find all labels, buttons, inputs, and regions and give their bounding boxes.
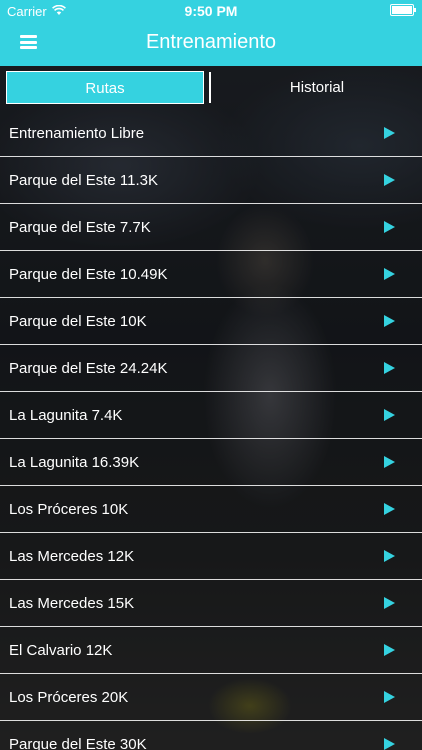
list-item[interactable]: Parque del Este 10.49K [0, 251, 422, 298]
route-label: Entrenamiento Libre [9, 125, 145, 142]
play-arrow-icon[interactable] [384, 268, 395, 280]
route-label: Parque del Este 11.3K [9, 172, 158, 189]
route-label: El Calvario 12K [9, 642, 113, 659]
route-label: Parque del Este 10K [9, 313, 147, 330]
list-item[interactable]: La Lagunita 7.4K [0, 392, 422, 439]
routes-list: Entrenamiento Libre Parque del Este 11.3K… [0, 110, 422, 750]
segment-divider [209, 72, 211, 103]
list-item[interactable]: Parque del Este 30K [0, 721, 422, 750]
route-label: Parque del Este 24.24K [9, 360, 168, 377]
nav-bar: Entrenamiento [0, 22, 422, 66]
play-arrow-icon[interactable] [384, 644, 395, 656]
list-item[interactable]: Las Mercedes 15K [0, 580, 422, 627]
list-item[interactable]: Los Próceres 10K [0, 486, 422, 533]
play-arrow-icon[interactable] [384, 691, 395, 703]
play-arrow-icon[interactable] [384, 362, 395, 374]
app-screen: Carrier 9:50 PM Entrenamiento Rutas Hist… [0, 0, 422, 750]
play-arrow-icon[interactable] [384, 597, 395, 609]
play-arrow-icon[interactable] [384, 550, 395, 562]
page-title: Entrenamiento [145, 31, 277, 53]
play-arrow-icon[interactable] [384, 409, 395, 421]
route-label: Las Mercedes 15K [9, 595, 135, 612]
play-arrow-icon[interactable] [384, 127, 395, 139]
play-arrow-icon[interactable] [384, 221, 395, 233]
list-item[interactable]: Parque del Este 10K [0, 298, 422, 345]
route-label: Parque del Este 10.49K [9, 266, 168, 283]
route-label: Los Próceres 10K [9, 501, 129, 518]
list-item[interactable]: La Lagunita 16.39K [0, 439, 422, 486]
list-item[interactable]: Las Mercedes 12K [0, 533, 422, 580]
route-label: Parque del Este 7.7K [9, 219, 151, 236]
route-label: Las Mercedes 12K [9, 548, 135, 565]
play-arrow-icon[interactable] [384, 503, 395, 515]
list-item[interactable]: Parque del Este 11.3K [0, 157, 422, 204]
play-arrow-icon[interactable] [384, 174, 395, 186]
list-item[interactable]: Parque del Este 7.7K [0, 204, 422, 251]
play-arrow-icon[interactable] [384, 738, 395, 750]
segmented-control: Rutas Historial [0, 66, 422, 110]
route-label: La Lagunita 7.4K [9, 407, 123, 424]
status-bar: Carrier 9:50 PM [0, 0, 422, 22]
play-arrow-icon[interactable] [384, 315, 395, 327]
tab-rutas[interactable]: Rutas [6, 71, 204, 104]
tab-historial[interactable]: Historial [214, 71, 420, 104]
list-item[interactable]: El Calvario 12K [0, 627, 422, 674]
route-label: Parque del Este 30K [9, 736, 147, 750]
battery-icon [390, 4, 416, 16]
play-arrow-icon[interactable] [384, 456, 395, 468]
list-item[interactable]: Entrenamiento Libre [0, 110, 422, 157]
route-label: Los Próceres 20K [9, 689, 129, 706]
status-time: 9:50 PM [184, 3, 238, 19]
route-label: La Lagunita 16.39K [9, 454, 140, 471]
list-item[interactable]: Los Próceres 20K [0, 674, 422, 721]
list-item[interactable]: Parque del Este 24.24K [0, 345, 422, 392]
